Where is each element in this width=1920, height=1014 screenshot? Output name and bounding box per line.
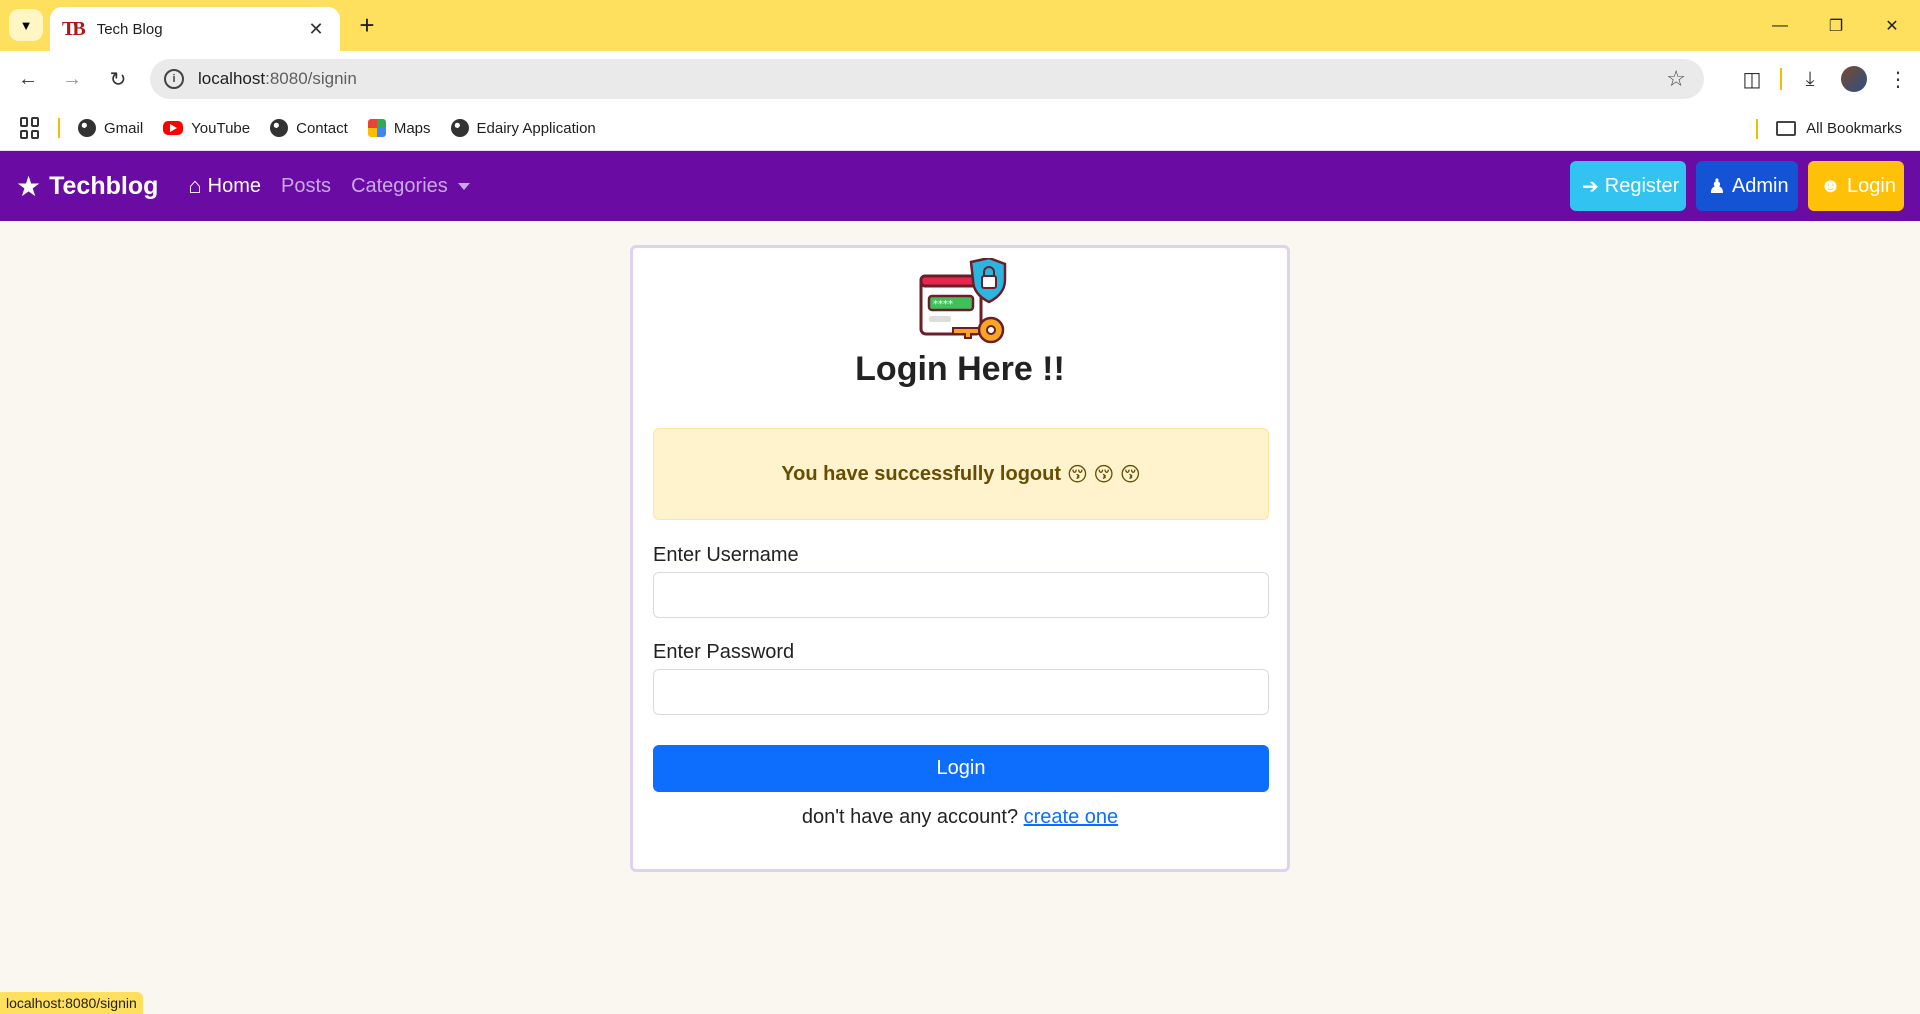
bookmark-youtube[interactable]: YouTube [163,120,250,137]
bookmark-label: Edairy Application [476,119,596,137]
logout-alert: You have successfully logout 😚 😚 😚 [653,428,1269,520]
bookmark-label: YouTube [191,119,251,137]
browser-toolbar: ← → ↻ i localhost:8080/signin ☆ ◫ ⤓ ⋮ [0,51,1920,106]
nav-categories-label: Categories [351,174,448,197]
toolbar-actions: ◫ ⤓ ⋮ [1730,59,1920,99]
bookmark-contact[interactable]: Contact [270,119,348,137]
window-close-button[interactable]: ✕ [1864,0,1920,51]
profile-avatar[interactable] [1832,59,1876,99]
toolbar-divider [1780,68,1782,90]
register-label: Register [1604,174,1680,197]
svg-text:****: **** [933,299,953,310]
download-icon[interactable]: ⤓ [1788,59,1832,99]
browser-tab-bar: ▼ TB Tech Blog ✕ + — ❐ ✕ [0,0,1920,51]
extensions-icon[interactable]: ◫ [1730,59,1774,99]
alert-message: You have successfully logout [781,462,1062,485]
sign-in-icon: ➔ [1582,175,1599,198]
forward-button[interactable]: → [56,63,88,95]
login-nav-label: Login [1847,174,1896,197]
all-bookmarks-button[interactable]: All Bookmarks [1756,106,1902,151]
login-submit-button[interactable]: Login [653,745,1269,792]
password-label: Enter Password [653,641,795,663]
browser-tab[interactable]: TB Tech Blog ✕ [50,7,340,51]
tab-title: Tech Blog [96,20,163,38]
reload-button[interactable]: ↻ [102,63,134,95]
page-title: Login Here !! [855,350,1065,388]
bookmark-label: Gmail [104,119,144,137]
alert-emoji: 😚 😚 😚 [1067,463,1141,486]
site-info-icon[interactable]: i [164,69,184,89]
bookmark-label: Maps [393,119,431,137]
globe-icon [78,119,96,137]
create-account-link[interactable]: create one [1024,806,1119,828]
apps-grid-icon[interactable] [20,117,42,139]
minimize-button[interactable]: — [1752,0,1808,51]
secure-login-illustration-icon: **** [919,258,1007,344]
folder-icon [1776,121,1797,136]
address-bar[interactable]: i localhost:8080/signin ☆ [150,59,1704,99]
tab-favicon-icon: TB [62,17,86,40]
signup-prompt: don't have any account? create one [633,806,1287,829]
nav-posts-label: Posts [281,174,332,197]
bookmarks-divider [1756,118,1759,139]
arrow-left-icon: ← [18,67,38,90]
signup-prompt-text: don't have any account? [801,806,1019,828]
globe-icon [450,119,469,137]
nav-posts[interactable]: Posts [281,175,331,198]
globe-icon [270,119,289,137]
avatar [1841,66,1867,92]
username-field[interactable] [653,572,1269,618]
window-controls: — ❐ ✕ [1752,0,1920,51]
chevron-down-icon: ▼ [19,17,33,33]
maps-icon [367,119,386,137]
all-bookmarks-label: All Bookmarks [1806,120,1902,137]
menu-icon[interactable]: ⋮ [1876,59,1920,99]
restore-button[interactable]: ❐ [1808,0,1864,51]
password-field[interactable] [653,669,1269,715]
bookmark-edairy[interactable]: Edairy Application [450,119,596,137]
star-icon: ★ [16,170,42,202]
caret-down-icon [457,182,470,190]
tab-search-button[interactable]: ▼ [9,9,43,41]
url-text: localhost:8080/signin [198,69,1666,89]
site-navbar: ★ Techblog ⌂ Home Posts Categories ➔ Reg… [0,151,1920,221]
nav-home-label: Home [207,174,262,197]
brand-link[interactable]: ★ Techblog [16,170,158,203]
user-icon: ♟ [1708,175,1726,198]
arrow-right-icon: → [62,67,82,90]
bookmark-maps[interactable]: Maps [367,119,431,137]
status-bar-url: localhost:8080/signin [0,992,143,1014]
youtube-icon [163,121,184,135]
brand-name: Techblog [49,171,159,200]
register-button[interactable]: ➔ Register [1570,161,1686,211]
admin-label: Admin [1731,174,1789,197]
nav-categories-dropdown[interactable]: Categories [351,175,470,198]
url-host: localhost [198,69,266,88]
username-label: Enter Username [653,544,799,566]
close-icon[interactable]: ✕ [304,19,328,40]
back-button[interactable]: ← [12,63,44,95]
navbar-buttons: ➔ Register ♟ Admin ☻ Login [1570,161,1904,211]
reload-icon: ↻ [109,68,127,91]
nav-home[interactable]: ⌂ Home [188,173,261,199]
bookmarks-divider [58,118,60,138]
bookmark-star-icon[interactable]: ☆ [1666,66,1686,92]
admin-button[interactable]: ♟ Admin [1696,161,1798,211]
new-tab-button[interactable]: + [352,10,382,40]
url-path: :8080/signin [265,69,357,88]
login-nav-button[interactable]: ☻ Login [1808,161,1904,211]
bookmark-label: Contact [296,119,348,137]
bookmark-gmail[interactable]: Gmail [78,119,143,137]
bookmarks-bar: Gmail YouTube Contact Maps Edairy Applic… [0,106,1920,151]
user-circle-icon: ☻ [1820,174,1842,197]
login-card: **** Login Here !! You have successfully… [630,245,1290,872]
home-icon: ⌂ [188,173,202,198]
